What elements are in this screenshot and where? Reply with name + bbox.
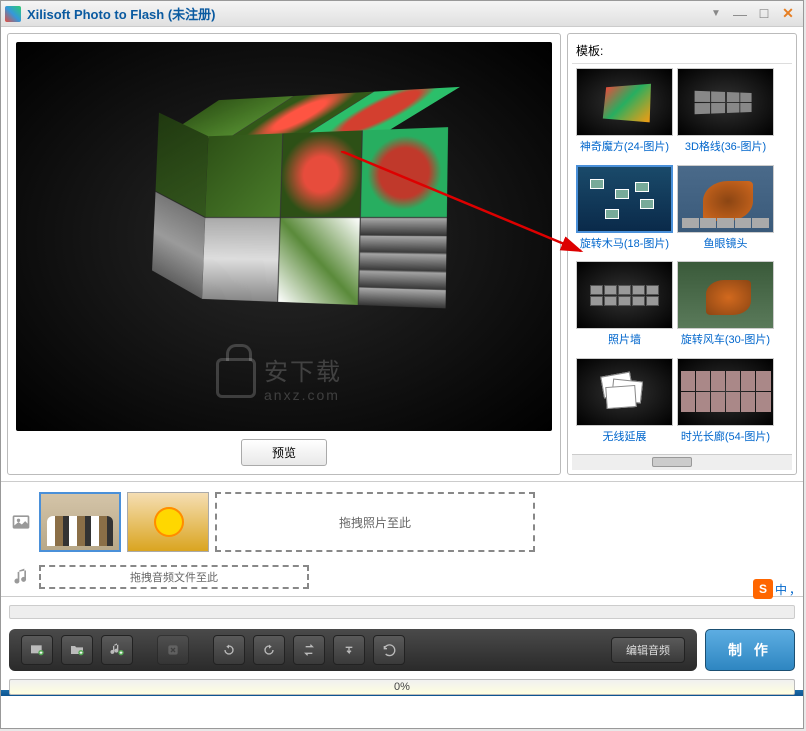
rotate-left-button[interactable]: [213, 635, 245, 665]
add-folder-button[interactable]: [61, 635, 93, 665]
photo-track-icon: [9, 510, 33, 534]
template-item-3dgrid[interactable]: 3D格线(36-图片): [677, 68, 774, 161]
template-item-carousel[interactable]: 旋转木马(18-图片): [576, 165, 673, 258]
minimize-button[interactable]: —: [729, 5, 751, 23]
timeline-thumb[interactable]: [127, 492, 209, 552]
titlebar: Xilisoft Photo to Flash (未注册) ▼ — ☐ ✕: [1, 1, 803, 27]
audio-track: 拖拽音频文件至此: [9, 562, 795, 592]
app-icon: [5, 6, 21, 22]
template-item-wall[interactable]: 照片墙: [576, 261, 673, 354]
timeline-thumb[interactable]: [39, 492, 121, 552]
audio-dropzone[interactable]: 拖拽音频文件至此: [39, 565, 309, 589]
ime-indicator[interactable]: S 中 ，: [753, 579, 801, 599]
timeline-scrollbar[interactable]: [9, 605, 795, 619]
move-down-button[interactable]: [333, 635, 365, 665]
template-item-pinwheel[interactable]: 旋转风车(30-图片): [677, 261, 774, 354]
main-toolbar: 编辑音频: [9, 629, 697, 671]
audio-track-icon: [9, 565, 33, 589]
undo-button[interactable]: [373, 635, 405, 665]
watermark: 安下载 anxz.com: [216, 352, 342, 403]
progress-bar: 0%: [9, 679, 795, 695]
template-item-gallery[interactable]: 时光长廊(54-图片): [677, 358, 774, 451]
photo-track: 拖拽照片至此: [9, 486, 795, 558]
make-button[interactable]: 制 作: [705, 629, 795, 671]
preview-panel: 安下载 anxz.com 预览: [7, 33, 561, 475]
template-panel: 模板: 神奇魔方(24-图片) 3D格线(36-图片) 旋转木马(18-图片) …: [567, 33, 797, 475]
close-button[interactable]: ✕: [777, 5, 799, 23]
photo-dropzone[interactable]: 拖拽照片至此: [215, 492, 535, 552]
edit-audio-button[interactable]: 编辑音频: [611, 637, 685, 663]
add-photo-button[interactable]: [21, 635, 53, 665]
template-item-extend[interactable]: 无线延展: [576, 358, 673, 451]
template-item-cube[interactable]: 神奇魔方(24-图片): [576, 68, 673, 161]
delete-button[interactable]: [157, 635, 189, 665]
add-audio-button[interactable]: [101, 635, 133, 665]
preview-button[interactable]: 预览: [241, 439, 327, 466]
template-list[interactable]: 神奇魔方(24-图片) 3D格线(36-图片) 旋转木马(18-图片) 鱼眼镜头…: [572, 64, 792, 454]
rotate-right-button[interactable]: [253, 635, 285, 665]
template-item-fisheye[interactable]: 鱼眼镜头: [677, 165, 774, 258]
timeline-area: 拖拽照片至此 拖拽音频文件至此: [1, 481, 803, 596]
maximize-button[interactable]: ☐: [753, 5, 775, 23]
swap-button[interactable]: [293, 635, 325, 665]
dropdown-button[interactable]: ▼: [705, 5, 727, 23]
template-hscrollbar[interactable]: [572, 454, 792, 470]
preview-canvas: 安下载 anxz.com: [16, 42, 552, 431]
template-header: 模板:: [572, 38, 792, 64]
window-title: Xilisoft Photo to Flash (未注册): [27, 4, 705, 23]
